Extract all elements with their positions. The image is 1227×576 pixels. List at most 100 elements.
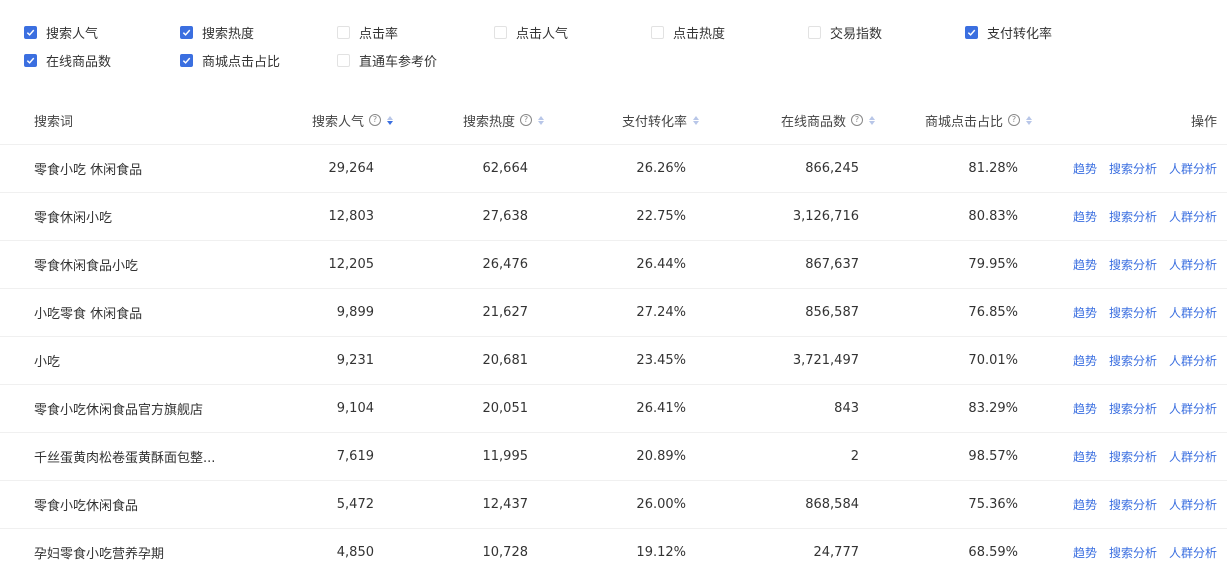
checked-box-icon[interactable] [24, 25, 37, 39]
crowd-analysis-link[interactable]: 人群分析 [1169, 544, 1217, 561]
cell-keyword: 零食小吃休闲食品官方旗舰店 [34, 403, 204, 418]
table-row: 零食小吃 休闲食品 29,264 62,664 26.26% 866,245 81.28%… [0, 144, 1227, 192]
header-products[interactable]: 在线商品数 ? [720, 96, 875, 144]
help-icon[interactable]: ? [1008, 114, 1020, 126]
trend-link[interactable]: 趋势 [1073, 304, 1097, 321]
row-actions: 趋势 搜索分析 人群分析 [1073, 529, 1217, 576]
header-keyword: 搜索词 [34, 96, 73, 144]
filter-checkbox[interactable]: 交易指数 [808, 22, 882, 42]
header-popularity[interactable]: 搜索人气 ? [250, 96, 393, 144]
unchecked-box-icon[interactable] [337, 25, 350, 39]
cell-heat: 26,476 [482, 257, 529, 272]
filter-checkbox[interactable]: 搜索人气 [24, 22, 98, 42]
cell-keyword: 孕妇零食小吃营养孕期 [34, 547, 165, 562]
trend-link[interactable]: 趋势 [1073, 256, 1097, 273]
header-actions-label: 操作 [1190, 114, 1217, 130]
crowd-analysis-link[interactable]: 人群分析 [1169, 304, 1217, 321]
header-products-label: 在线商品数 [780, 114, 846, 130]
search-analysis-link[interactable]: 搜索分析 [1109, 400, 1157, 417]
filter-checkbox[interactable]: 在线商品数 [24, 50, 111, 70]
table-row: 零食休闲食品小吃 12,205 26,476 26.44% 867,637 79.95% 趋… [0, 240, 1227, 288]
header-conversion[interactable]: 支付转化率 [560, 96, 699, 144]
cell-mall-ratio: 75.36% [968, 497, 1018, 512]
search-analysis-link[interactable]: 搜索分析 [1109, 352, 1157, 369]
cell-heat: 12,437 [482, 497, 529, 512]
crowd-analysis-link[interactable]: 人群分析 [1169, 496, 1217, 513]
help-icon[interactable]: ? [851, 114, 863, 126]
filter-checkbox[interactable]: 支付转化率 [965, 22, 1052, 42]
sort-icon[interactable] [538, 115, 544, 125]
filter-checkbox[interactable]: 商城点击占比 [180, 50, 280, 70]
sort-icon[interactable] [1026, 115, 1032, 125]
crowd-analysis-link[interactable]: 人群分析 [1169, 448, 1217, 465]
crowd-analysis-link[interactable]: 人群分析 [1169, 400, 1217, 417]
filter-checkbox[interactable]: 点击热度 [651, 22, 725, 42]
cell-products: 843 [834, 401, 859, 416]
search-analysis-link[interactable]: 搜索分析 [1109, 448, 1157, 465]
trend-link[interactable]: 趋势 [1073, 208, 1097, 225]
filter-label: 点击热度 [673, 26, 726, 42]
crowd-analysis-link[interactable]: 人群分析 [1169, 208, 1217, 225]
trend-link[interactable]: 趋势 [1073, 496, 1097, 513]
sort-icon[interactable] [387, 115, 393, 125]
row-actions: 趋势 搜索分析 人群分析 [1073, 145, 1217, 192]
filter-checkbox[interactable]: 点击率 [337, 22, 398, 42]
filter-label: 支付转化率 [987, 26, 1053, 42]
crowd-analysis-link[interactable]: 人群分析 [1169, 352, 1217, 369]
trend-link[interactable]: 趋势 [1073, 544, 1097, 561]
search-analysis-link[interactable]: 搜索分析 [1109, 496, 1157, 513]
help-icon[interactable]: ? [520, 114, 532, 126]
table-row: 千丝蛋黄肉松卷蛋黄酥面包整... 7,619 11,995 20.89% 2 98.57%… [0, 432, 1227, 480]
cell-mall-ratio: 79.95% [968, 257, 1018, 272]
unchecked-box-icon[interactable] [808, 25, 821, 39]
cell-products: 856,587 [805, 305, 859, 320]
search-analysis-link[interactable]: 搜索分析 [1109, 256, 1157, 273]
search-analysis-link[interactable]: 搜索分析 [1109, 208, 1157, 225]
cell-mall-ratio: 70.01% [968, 353, 1018, 368]
table-body: 零食小吃 休闲食品 29,264 62,664 26.26% 866,245 81.28%… [0, 144, 1227, 576]
cell-conversion: 26.41% [636, 401, 686, 416]
unchecked-box-icon[interactable] [494, 25, 507, 39]
cell-popularity: 4,850 [336, 545, 374, 560]
crowd-analysis-link[interactable]: 人群分析 [1169, 160, 1217, 177]
trend-link[interactable]: 趋势 [1073, 352, 1097, 369]
trend-link[interactable]: 趋势 [1073, 160, 1097, 177]
unchecked-box-icon[interactable] [651, 25, 664, 39]
table-row: 零食休闲小吃 12,803 27,638 22.75% 3,126,716 80.83% 趋… [0, 192, 1227, 240]
unchecked-box-icon[interactable] [337, 53, 350, 67]
search-analysis-link[interactable]: 搜索分析 [1109, 544, 1157, 561]
help-icon[interactable]: ? [369, 114, 381, 126]
checked-box-icon[interactable] [180, 25, 193, 39]
cell-mall-ratio: 83.29% [968, 401, 1018, 416]
cell-popularity: 9,104 [336, 401, 374, 416]
cell-popularity: 9,899 [336, 305, 374, 320]
filter-label: 搜索热度 [202, 26, 255, 42]
trend-link[interactable]: 趋势 [1073, 400, 1097, 417]
cell-conversion: 27.24% [636, 305, 686, 320]
filter-checkbox[interactable]: 搜索热度 [180, 22, 254, 42]
cell-keyword: 零食休闲小吃 [34, 211, 113, 226]
checked-box-icon[interactable] [965, 25, 978, 39]
metric-filter-panel: 搜索人气 搜索热度 点击率 点击人气 点击热度 交易指数 支付转化率在线商品数 商城点击占比 直… [0, 0, 1227, 92]
sort-icon[interactable] [693, 115, 699, 125]
header-heat-label: 搜索热度 [462, 114, 515, 130]
checked-box-icon[interactable] [24, 53, 37, 67]
filter-label: 在线商品数 [46, 54, 112, 70]
crowd-analysis-link[interactable]: 人群分析 [1169, 256, 1217, 273]
cell-heat: 21,627 [482, 305, 529, 320]
header-heat[interactable]: 搜索热度 ? [400, 96, 544, 144]
search-analysis-link[interactable]: 搜索分析 [1109, 304, 1157, 321]
cell-popularity: 29,264 [328, 161, 375, 176]
cell-conversion: 22.75% [636, 209, 686, 224]
sort-icon[interactable] [869, 115, 875, 125]
cell-keyword: 零食小吃休闲食品 [34, 499, 139, 514]
filter-checkbox[interactable]: 点击人气 [494, 22, 568, 42]
checked-box-icon[interactable] [180, 53, 193, 67]
search-analysis-link[interactable]: 搜索分析 [1109, 160, 1157, 177]
table-row: 小吃零食 休闲食品 9,899 21,627 27.24% 856,587 76.85% 趋… [0, 288, 1227, 336]
trend-link[interactable]: 趋势 [1073, 448, 1097, 465]
header-mall-ratio[interactable]: 商城点击占比 ? [880, 96, 1032, 144]
cell-products: 3,126,716 [792, 209, 859, 224]
cell-conversion: 23.45% [636, 353, 686, 368]
filter-checkbox[interactable]: 直通车参考价 [337, 50, 437, 70]
